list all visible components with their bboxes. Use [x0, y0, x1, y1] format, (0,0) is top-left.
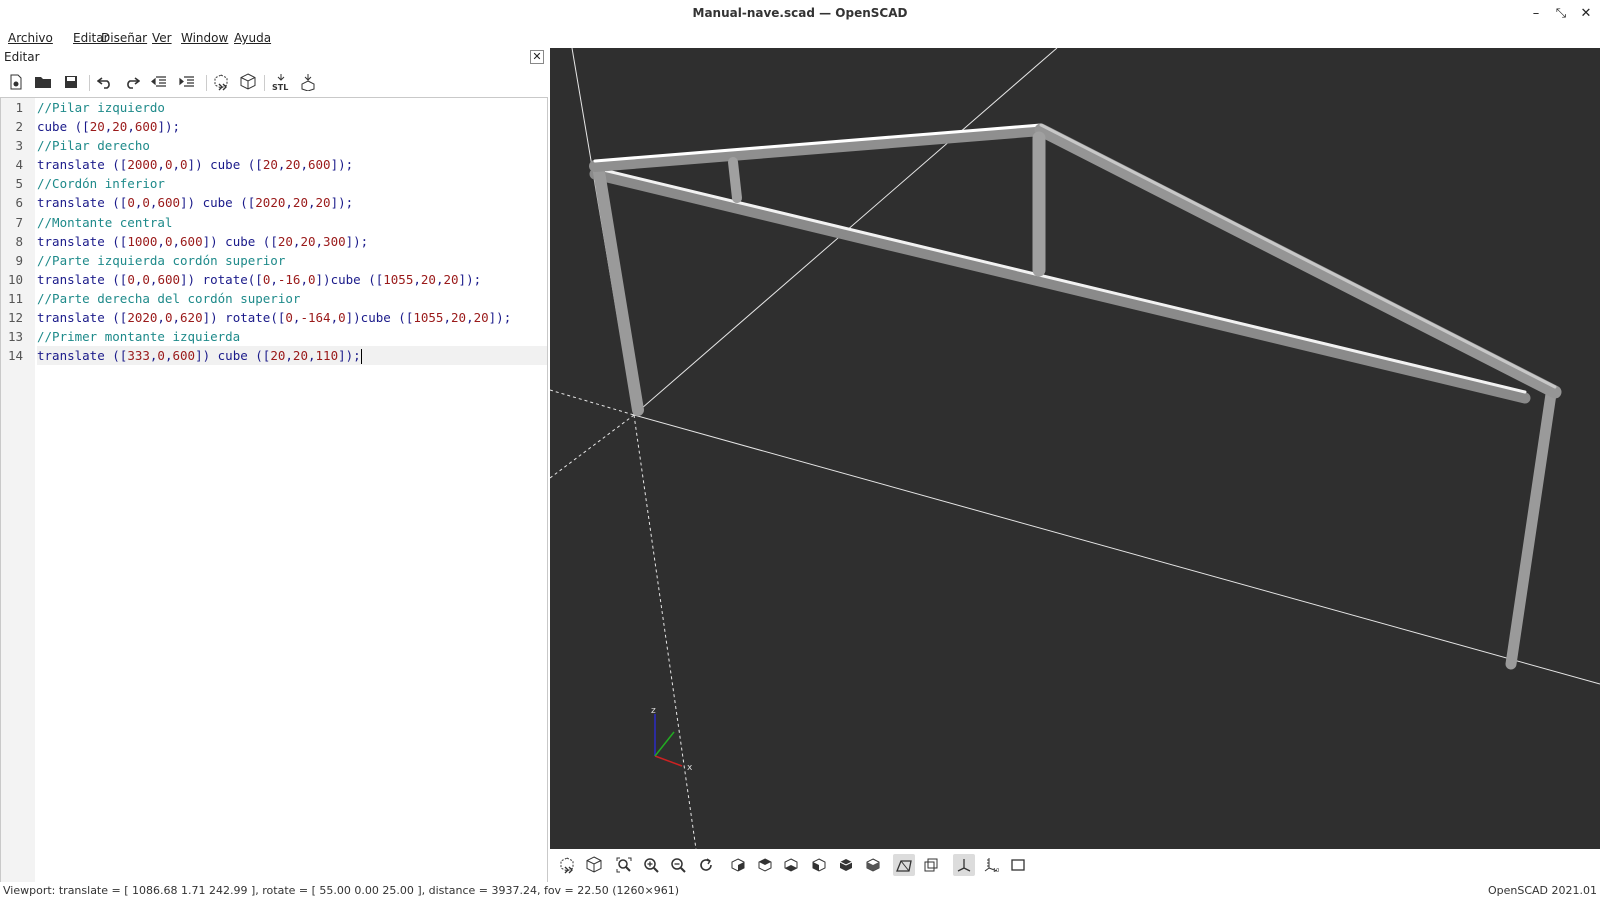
- title-bar: Manual-nave.scad — OpenSCAD – ⤡ ✕: [0, 0, 1600, 28]
- menu-bar: Archivo Editar Diseñar Ver Window Ayuda: [0, 29, 1600, 49]
- line-number: 4: [15, 157, 23, 173]
- indent-icon[interactable]: [176, 71, 198, 93]
- code-lines[interactable]: //Pilar izquierdo cube ([20,20,600]); //…: [37, 98, 547, 366]
- svg-text:STL: STL: [272, 83, 288, 91]
- zoom-out-icon[interactable]: [667, 854, 689, 876]
- code-line[interactable]: //Pilar derecho: [37, 136, 547, 155]
- view-all-icon[interactable]: [613, 854, 635, 876]
- preview-icon[interactable]: [210, 71, 232, 93]
- code-line[interactable]: //Parte izquierda cordón superior: [37, 251, 547, 270]
- code-line[interactable]: translate ([2000,0,0]) cube ([20,20,600]…: [37, 155, 547, 174]
- axis-line-negative: [549, 414, 635, 479]
- code-line[interactable]: translate ([2020,0,620]) rotate([0,-164,…: [37, 308, 547, 327]
- menu-window[interactable]: Window: [181, 31, 228, 45]
- line-number: 10: [7, 271, 23, 287]
- line-number: 3: [15, 138, 23, 154]
- view-toolbar: 10: [550, 850, 1600, 880]
- view-left-icon[interactable]: [808, 854, 830, 876]
- line-number: 7: [15, 214, 23, 230]
- 3d-scene: z x: [549, 47, 1600, 850]
- window-title: Manual-nave.scad — OpenSCAD: [692, 6, 908, 20]
- render-icon[interactable]: [237, 71, 259, 93]
- restore-button[interactable]: ⤡: [1553, 6, 1569, 22]
- code-line[interactable]: //Cordón inferior: [37, 174, 547, 193]
- line-number: 13: [7, 329, 23, 345]
- save-icon[interactable]: [60, 71, 82, 93]
- line-number: 5: [15, 176, 23, 192]
- line-number: 2: [15, 119, 23, 135]
- export-stl-icon[interactable]: STL: [270, 71, 292, 93]
- line-number: 11: [7, 290, 23, 306]
- close-editor-icon[interactable]: ✕: [530, 50, 544, 64]
- svg-text:10: 10: [993, 868, 999, 873]
- text-cursor: [360, 349, 362, 365]
- line-number-gutter: 1 2 3 4 5 6 7 8 9 10 11 12 13 14: [1, 98, 35, 882]
- code-line[interactable]: translate ([0,0,600]) cube ([2020,20,20]…: [37, 193, 547, 212]
- line-number: 12: [7, 310, 23, 326]
- menu-archivo[interactable]: Archivo: [8, 31, 53, 45]
- close-window-button[interactable]: ✕: [1578, 6, 1594, 22]
- editor-panel-header: Editar ✕: [0, 48, 548, 66]
- code-line[interactable]: translate ([1000,0,600]) cube ([20,20,30…: [37, 232, 547, 251]
- minimize-button[interactable]: –: [1528, 6, 1544, 22]
- view-right-icon[interactable]: [727, 854, 749, 876]
- line-number: 14: [7, 348, 23, 364]
- axis-x-label: x: [687, 763, 693, 773]
- view-top-icon[interactable]: [754, 854, 776, 876]
- show-axes-icon[interactable]: [953, 854, 975, 876]
- code-line-current[interactable]: translate ([333,0,600]) cube ([20,20,110…: [37, 346, 547, 366]
- axis-line: [633, 414, 1600, 685]
- menu-ver[interactable]: Ver: [152, 31, 172, 45]
- axis-line-negative: [549, 389, 635, 416]
- unindent-icon[interactable]: [148, 71, 170, 93]
- orthogonal-icon[interactable]: [920, 854, 942, 876]
- redo-icon[interactable]: [121, 71, 143, 93]
- send-to-print-icon[interactable]: [297, 71, 319, 93]
- menu-disenar[interactable]: Diseñar: [101, 31, 147, 45]
- code-line[interactable]: //Pilar izquierdo: [37, 98, 547, 117]
- view-back-icon[interactable]: [862, 854, 884, 876]
- line-number: 9: [15, 252, 23, 268]
- line-number: 8: [15, 233, 23, 249]
- code-line[interactable]: translate ([0,0,600]) rotate([0,-16,0])c…: [37, 270, 547, 289]
- view-front-icon[interactable]: [835, 854, 857, 876]
- status-bar: Viewport: translate = [ 1086.68 1.71 242…: [0, 882, 1600, 900]
- undo-icon[interactable]: [94, 71, 116, 93]
- viewport-status-text: Viewport: translate = [ 1086.68 1.71 242…: [3, 884, 680, 897]
- code-line[interactable]: //Parte derecha del cordón superior: [37, 289, 547, 308]
- menu-ayuda[interactable]: Ayuda: [234, 31, 271, 45]
- render-icon[interactable]: [583, 854, 605, 876]
- perspective-icon[interactable]: [893, 854, 915, 876]
- reset-view-icon[interactable]: [695, 854, 717, 876]
- code-line[interactable]: //Montante central: [37, 213, 547, 232]
- line-number: 1: [15, 100, 23, 115]
- editor-panel-title: Editar: [4, 50, 40, 64]
- axis-line-negative: [633, 414, 697, 850]
- zoom-in-icon[interactable]: [640, 854, 662, 876]
- show-edges-icon[interactable]: [1007, 854, 1029, 876]
- show-scale-icon[interactable]: 10: [981, 854, 1003, 876]
- axes-gizmo: z x: [651, 706, 693, 773]
- code-editor[interactable]: 1 2 3 4 5 6 7 8 9 10 11 12 13 14 //Pilar…: [0, 97, 548, 883]
- truss-model: [589, 123, 1562, 670]
- line-number: 6: [15, 195, 23, 211]
- axis-z-label: z: [651, 706, 656, 716]
- new-file-icon[interactable]: [5, 71, 27, 93]
- preview-icon[interactable]: [556, 854, 578, 876]
- code-line[interactable]: //Primer montante izquierda: [37, 327, 547, 346]
- view-bottom-icon[interactable]: [780, 854, 802, 876]
- 3d-viewport[interactable]: z x: [549, 47, 1600, 850]
- editor-toolbar: STL: [0, 67, 548, 97]
- version-label: OpenSCAD 2021.01: [1487, 884, 1597, 897]
- open-file-icon[interactable]: [32, 71, 54, 93]
- code-line[interactable]: cube ([20,20,600]);: [37, 117, 547, 136]
